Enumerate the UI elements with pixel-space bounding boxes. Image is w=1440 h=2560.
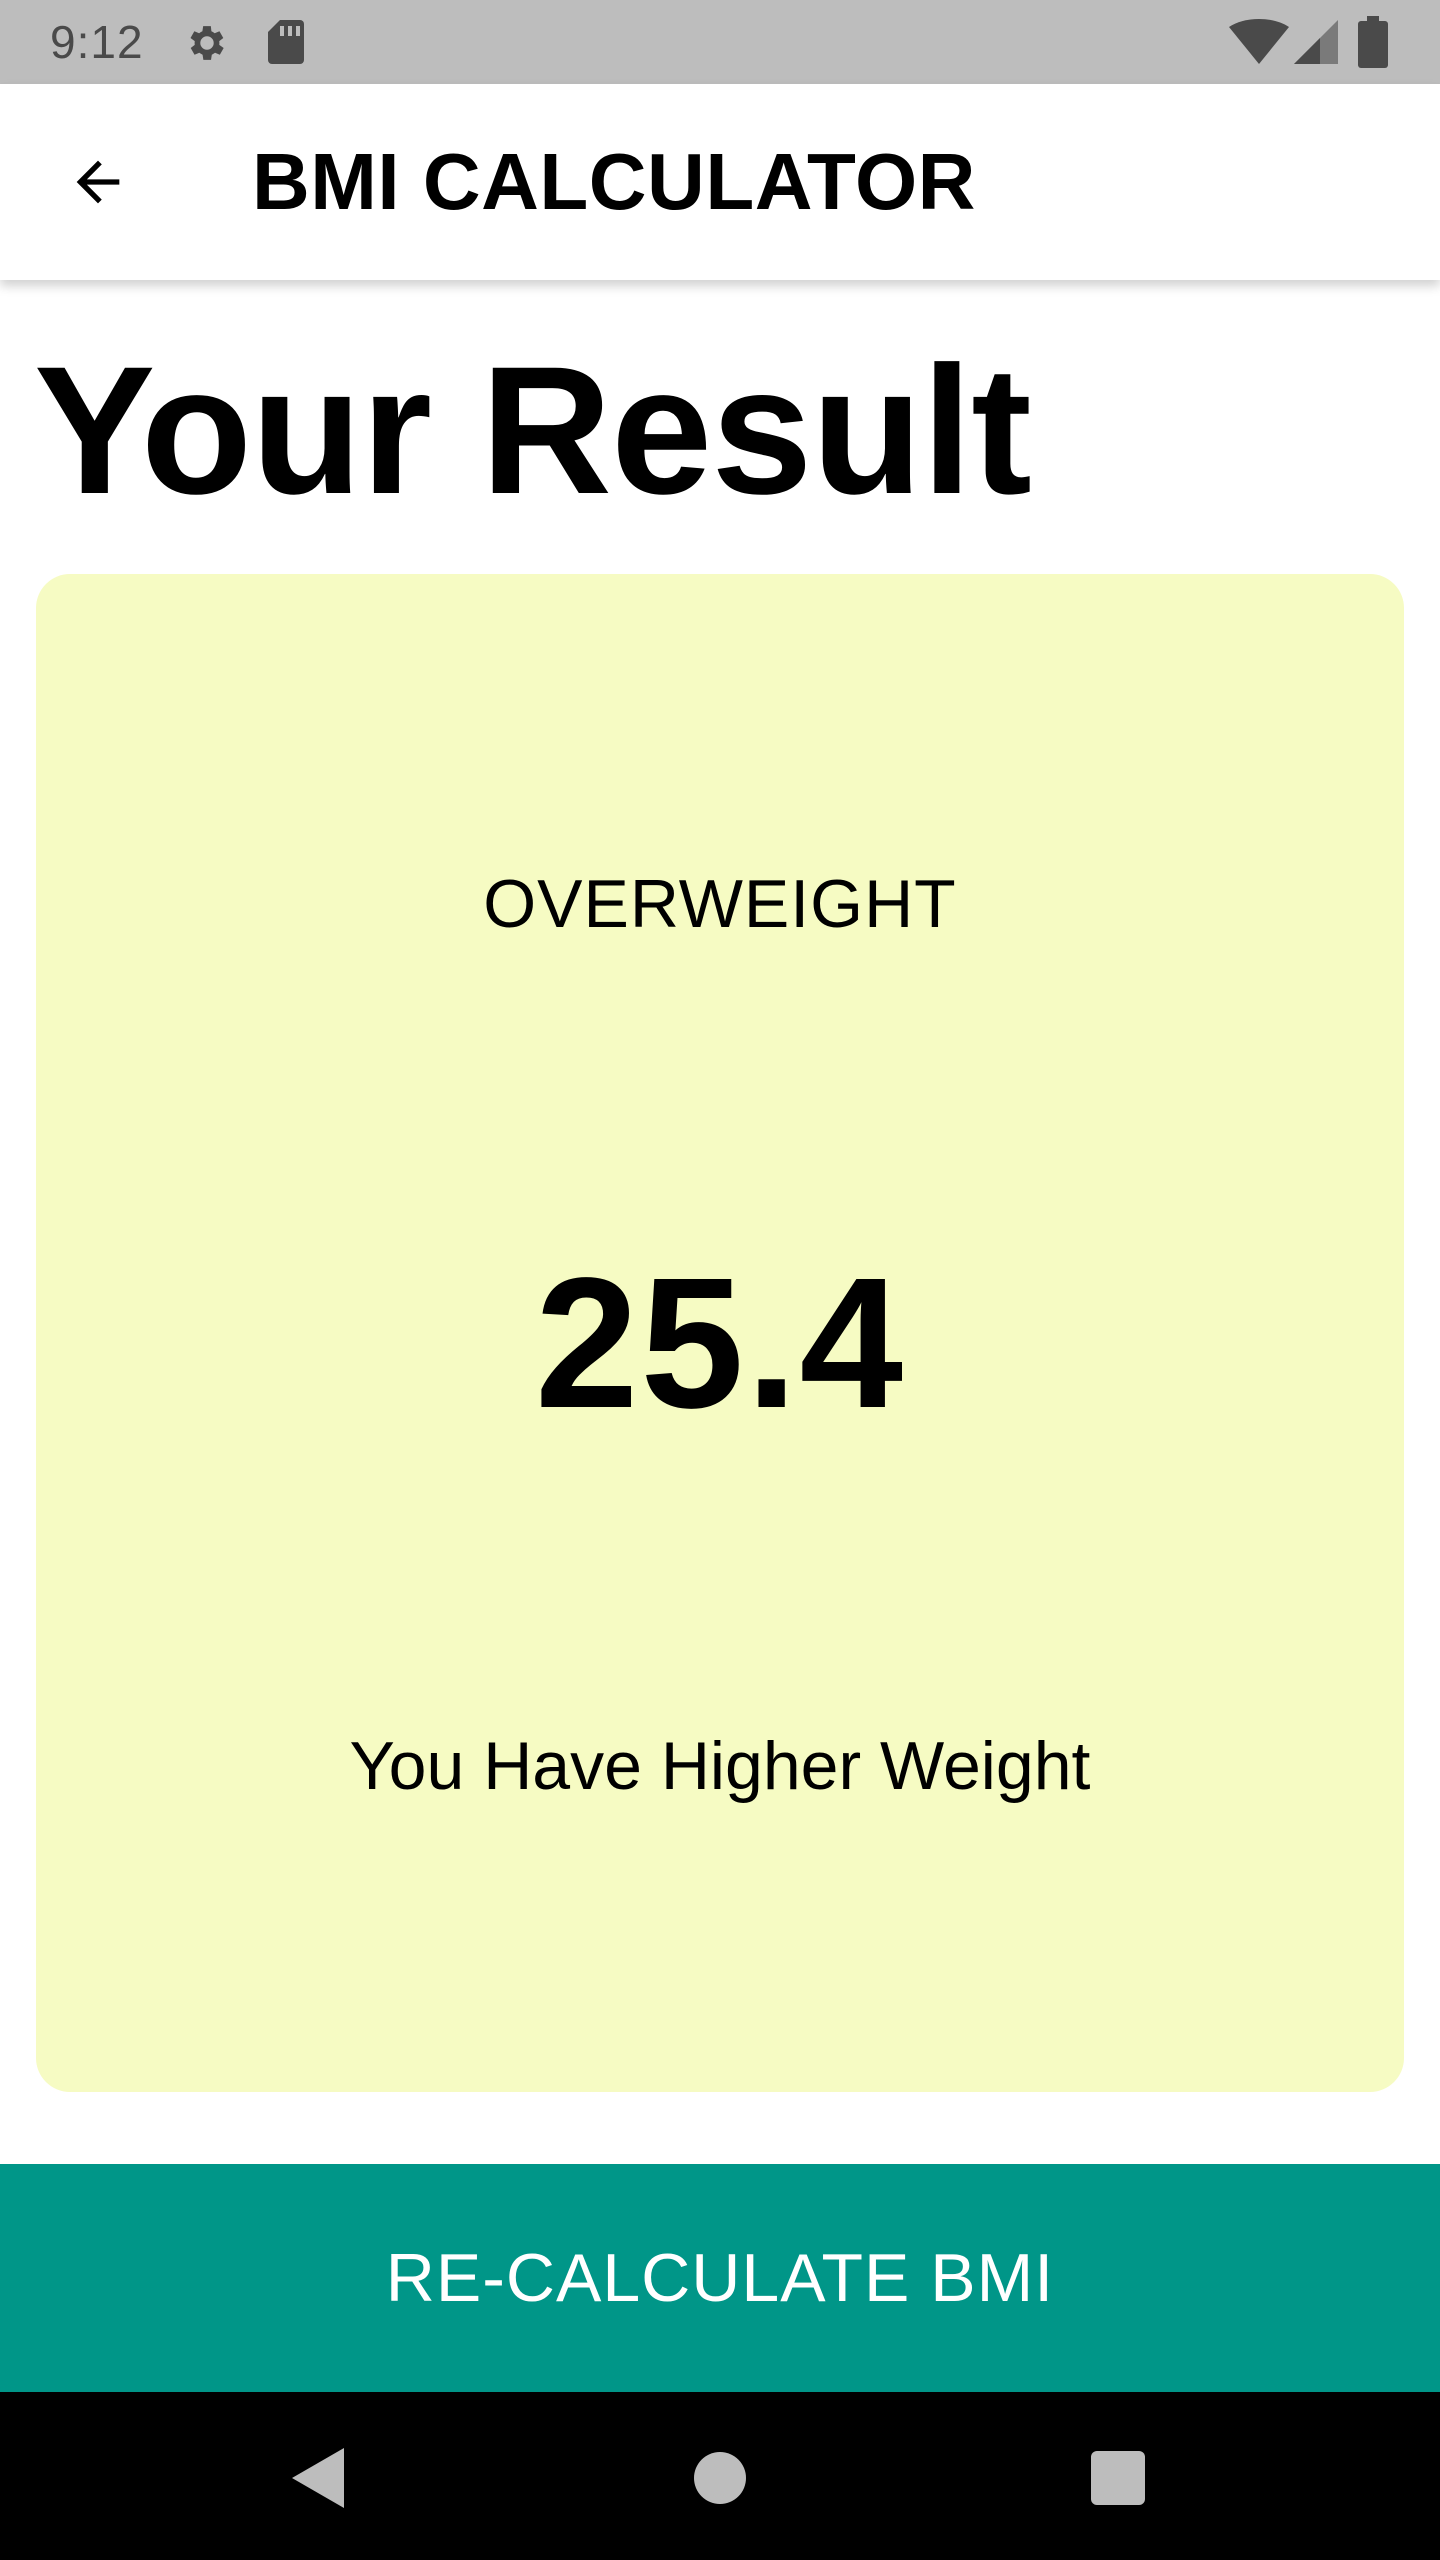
nav-recents-button[interactable] [1072,2432,1164,2524]
result-card: OVERWEIGHT 25.4 You Have Higher Weight [36,574,1404,2092]
recents-square-icon [1091,2451,1145,2505]
battery-icon [1358,16,1388,68]
nav-back-button[interactable] [272,2432,364,2524]
bmi-interpretation: You Have Higher Weight [349,1728,1091,1804]
status-time: 9:12 [50,16,144,68]
sd-card-icon [268,20,304,64]
bmi-category-label: OVERWEIGHT [483,866,957,942]
status-bar: 9:12 [0,0,1440,84]
app-title: BMI CALCULATOR [252,137,976,226]
back-button[interactable] [52,136,144,228]
recalculate-bmi-button[interactable]: RE-CALCULATE BMI [0,2164,1440,2392]
bmi-value: 25.4 [534,1240,905,1447]
app-bar: BMI CALCULATOR [0,84,1440,280]
bmi-result-screen: 9:12 BMI CALCULATOR Your Result OVERWEIG… [0,0,1440,2560]
system-nav-bar [0,2392,1440,2560]
back-triangle-icon [292,2448,344,2508]
home-circle-icon [694,2452,746,2504]
arrow-back-icon [76,160,120,204]
page-title: Your Result [34,328,1032,532]
settings-icon [190,26,224,60]
wifi-icon [1229,19,1289,64]
nav-home-button[interactable] [674,2432,766,2524]
cell-signal-icon [1294,20,1338,64]
